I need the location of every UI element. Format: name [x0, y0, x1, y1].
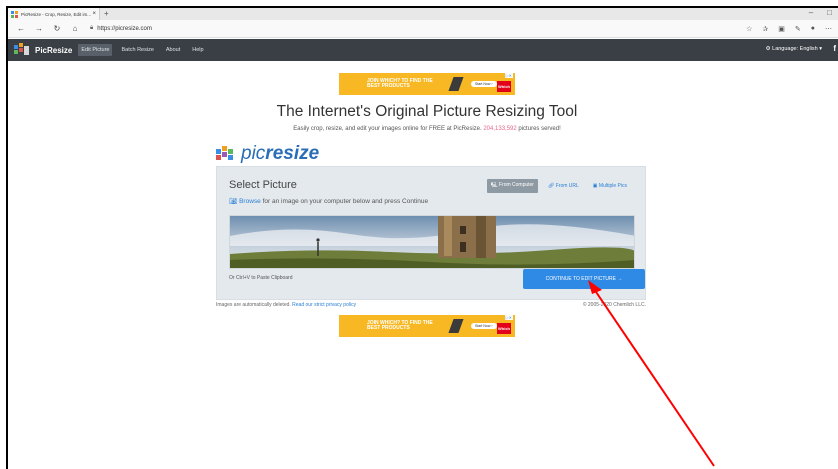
picresize-favicon-icon — [11, 10, 18, 18]
picresize-logo-icon[interactable] — [14, 43, 30, 57]
pictures-served-count: 204,133,592 — [483, 126, 517, 132]
camera-icon: 📷︎ — [229, 198, 238, 205]
page-subline: Easily crop, resize, and edit your image… — [293, 126, 561, 132]
paste-clipboard-hint: Or Ctrl+V to Paste Clipboard — [229, 275, 293, 281]
favorite-star-icon[interactable]: ☆ — [746, 25, 752, 33]
more-menu-icon[interactable]: ⋯ — [825, 25, 832, 33]
language-selector[interactable]: ⚙ Language: English ▾ — [766, 46, 822, 52]
browser-tab[interactable]: PicResize - Crop, Resize, Edit im... × — [8, 8, 100, 20]
ad-banner-top[interactable]: JOIN WHICH? TO FIND THE BEST PRODUCTS St… — [339, 73, 515, 95]
collections-icon[interactable]: ▣ — [778, 25, 785, 33]
ad-text: JOIN WHICH? TO FIND THE BEST PRODUCTS — [367, 320, 433, 331]
ad-start-button[interactable]: Start Now › — [471, 81, 497, 87]
url-field[interactable]: 🔒︎ https://picresize.com — [90, 25, 152, 32]
ad-which-badge: Which — [497, 323, 511, 334]
ad-graphic-icon — [448, 319, 464, 333]
continue-to-edit-button[interactable]: CONTINUE TO EDIT PICTURE → — [523, 269, 645, 289]
url-text: https://picresize.com — [97, 25, 152, 32]
refresh-icon[interactable]: ↻ — [52, 24, 62, 33]
tab-close-icon[interactable]: × — [92, 11, 96, 17]
card-hint: 📷︎ Browse for an image on your computer … — [229, 198, 429, 205]
tab-from-computer[interactable]: 🖳︎ From Computer — [486, 179, 538, 193]
ad-close-icon[interactable]: ▷✕ — [504, 315, 513, 320]
nav-batch-resize[interactable]: Batch Resize — [118, 44, 156, 56]
tab-title: PicResize - Crop, Resize, Edit im... — [21, 11, 92, 17]
pen-icon[interactable]: ✎ — [795, 25, 801, 33]
page-headline: The Internet's Original Picture Resizing… — [276, 103, 578, 120]
copyright: © 2005-2020 Chemlich LLC. — [582, 302, 646, 308]
sample-landscape-image — [229, 215, 635, 269]
privacy-note: Images are automatically deleted. Read o… — [216, 302, 357, 308]
select-picture-card: Select Picture 📷︎ Browse for an image on… — [216, 166, 646, 300]
browser-window: PicResize - Crop, Resize, Edit im... × +… — [6, 6, 838, 469]
site-navbar: PicResize Edit Picture Batch Resize Abou… — [8, 39, 838, 61]
profile-icon[interactable]: ● — [811, 25, 815, 33]
ad-start-button[interactable]: Start Now › — [471, 323, 497, 329]
picresize-logo: picresize — [216, 143, 319, 165]
maximize-button[interactable]: □ — [827, 8, 832, 17]
back-icon[interactable]: ← — [16, 24, 26, 33]
privacy-policy-link[interactable]: Read our strict privacy policy — [292, 302, 356, 308]
ad-graphic-icon — [448, 77, 464, 91]
nav-about[interactable]: About — [163, 44, 183, 56]
nav-edit-picture[interactable]: Edit Picture — [78, 44, 113, 56]
ad-which-badge: Which — [497, 81, 511, 92]
address-bar: ← → ↻ ⌂ 🔒︎ https://picresize.com ☆ ✰ ▣ ✎… — [8, 20, 838, 38]
site-brand[interactable]: PicResize — [35, 46, 72, 55]
facebook-icon[interactable]: f — [833, 44, 836, 53]
tab-bar: PicResize - Crop, Resize, Edit im... × +… — [8, 8, 838, 20]
card-title: Select Picture — [229, 179, 297, 191]
tab-from-url[interactable]: 🔗︎ From URL — [544, 180, 583, 192]
forward-icon[interactable]: → — [34, 24, 44, 33]
new-tab-button[interactable]: + — [104, 9, 109, 18]
nav-help[interactable]: Help — [189, 44, 206, 56]
picresize-grid-icon — [216, 146, 233, 160]
home-icon[interactable]: ⌂ — [70, 24, 80, 33]
browse-link[interactable]: Browse — [239, 198, 261, 205]
minimize-button[interactable]: – — [809, 8, 813, 17]
favorites-icon[interactable]: ✰ — [762, 25, 768, 33]
ad-text: JOIN WHICH? TO FIND THE BEST PRODUCTS — [367, 78, 433, 89]
tab-multiple-pics[interactable]: ▣ Multiple Pics — [589, 180, 631, 192]
ad-banner-bottom[interactable]: JOIN WHICH? TO FIND THE BEST PRODUCTS St… — [339, 315, 515, 337]
ad-close-icon[interactable]: ▷✕ — [504, 73, 513, 78]
lock-icon: 🔒︎ — [90, 25, 94, 31]
